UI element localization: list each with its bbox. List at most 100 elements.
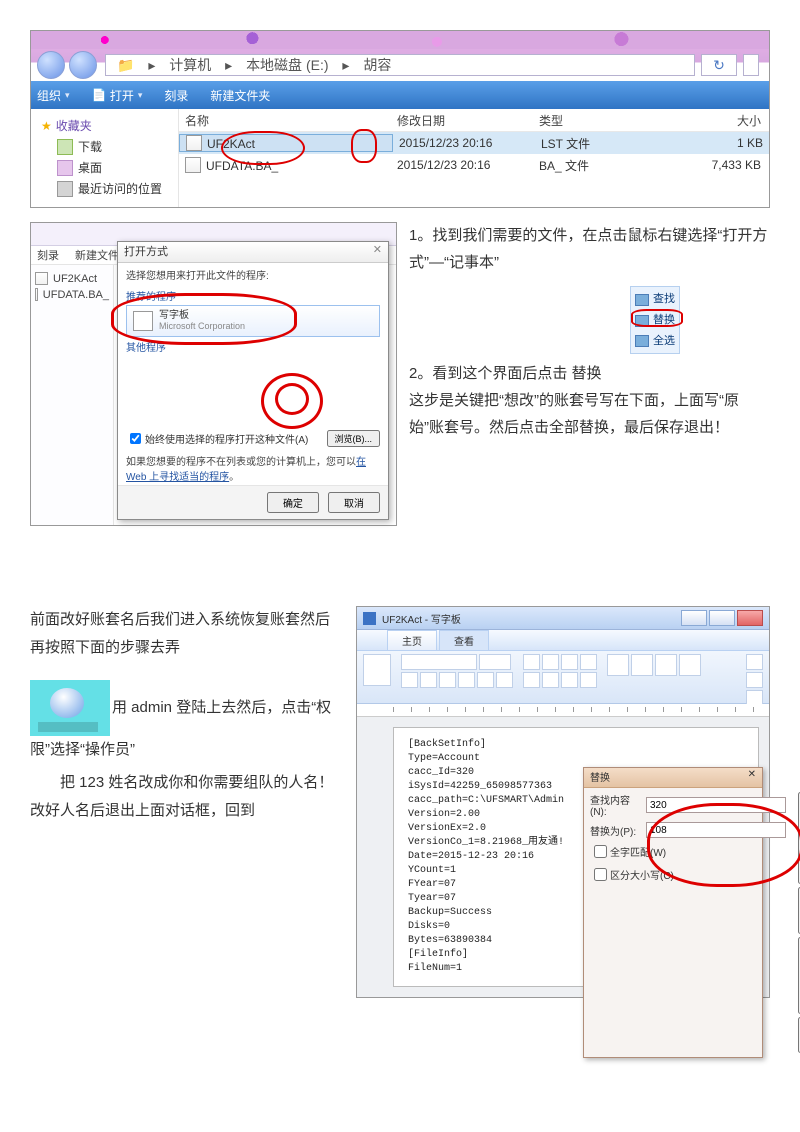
close-icon[interactable]: ✕ bbox=[373, 243, 382, 261]
annotation-circle bbox=[351, 129, 377, 163]
align-right[interactable] bbox=[561, 672, 578, 688]
file-icon bbox=[185, 157, 201, 173]
col-size[interactable]: 大小 bbox=[665, 112, 767, 129]
replace-btn[interactable] bbox=[746, 672, 763, 688]
breadcrumb-seg[interactable]: 胡容 bbox=[363, 57, 391, 73]
burn-btn-small[interactable]: 刻录 bbox=[37, 247, 59, 263]
match-case-checkbox[interactable] bbox=[594, 868, 607, 881]
italic-button[interactable] bbox=[420, 672, 437, 688]
sidebar-downloads[interactable]: 下载 bbox=[57, 138, 170, 155]
star-icon: ★ bbox=[41, 119, 52, 133]
cancel-button[interactable]: 取消 bbox=[328, 492, 380, 513]
tab-view[interactable]: 查看 bbox=[439, 630, 489, 650]
explorer-window: 📁 ▸ 计算机 ▸ 本地磁盘 (E:) ▸ 胡容 ↻ 组织 📄 打开 刻录 新建… bbox=[30, 30, 770, 208]
replace-dialog-title: 替换 bbox=[590, 769, 610, 786]
find-btn[interactable] bbox=[746, 654, 763, 670]
color-button[interactable] bbox=[496, 672, 513, 688]
always-checkbox-row[interactable]: 始终使用选择的程序打开这种文件(A) 浏览(B)... bbox=[118, 426, 388, 451]
nav-forward-button[interactable] bbox=[69, 51, 97, 79]
list-button[interactable] bbox=[523, 654, 540, 670]
paste-button[interactable] bbox=[363, 654, 391, 686]
burn-button[interactable]: 刻录 bbox=[164, 87, 188, 104]
recent-icon bbox=[57, 181, 73, 197]
address-bar[interactable]: 📁 ▸ 计算机 ▸ 本地磁盘 (E:) ▸ 胡容 bbox=[105, 54, 695, 76]
wordpad-title-text: UF2KAct - 写字板 bbox=[382, 611, 679, 626]
col-name[interactable]: 名称 bbox=[179, 112, 391, 129]
tab-home[interactable]: 主页 bbox=[387, 630, 437, 650]
wordpad-window: UF2KAct - 写字板 主页 查看 bbox=[356, 606, 770, 998]
downloads-icon bbox=[57, 139, 73, 155]
insert-date[interactable] bbox=[655, 654, 677, 676]
new-folder-button[interactable]: 新建文件夹 bbox=[210, 87, 270, 104]
linesp-button[interactable] bbox=[580, 654, 597, 670]
annotation-arrow bbox=[275, 383, 309, 415]
ribbon bbox=[357, 651, 769, 704]
replace-dialog: 替换✕ 查找内容(N): 替换为(P): 全字匹配(W) 区分大小写(C) 查找… bbox=[583, 767, 763, 1058]
mini-file[interactable]: UF2KAct bbox=[35, 272, 109, 285]
nav-back-button[interactable] bbox=[37, 51, 65, 79]
program-item-wordpad[interactable]: 写字板Microsoft Corporation bbox=[126, 305, 380, 337]
replace-input[interactable] bbox=[646, 822, 786, 838]
organize-menu[interactable]: 组织 bbox=[37, 87, 70, 104]
favorites-header[interactable]: ★收藏夹 bbox=[41, 117, 170, 134]
desktop-wallpaper-strip bbox=[31, 31, 769, 49]
col-type[interactable]: 类型 bbox=[533, 112, 665, 129]
sidebar-desktop[interactable]: 桌面 bbox=[57, 159, 170, 176]
step1-text: 1。找到我们需要的文件，在点击鼠标右键选择“打开方式”—“记事本” bbox=[409, 222, 770, 276]
open-menu[interactable]: 📄 打开 bbox=[92, 87, 143, 104]
desktop-icon bbox=[57, 160, 73, 176]
maximize-button[interactable] bbox=[709, 610, 735, 626]
explorer-sidebar: ★收藏夹 下载 桌面 最近访问的位置 bbox=[31, 109, 179, 207]
insert-paint[interactable] bbox=[631, 654, 653, 676]
align-justify[interactable] bbox=[580, 672, 597, 688]
open-with-dialog: 打开方式✕ 选择您想用来打开此文件的程序: 推荐的程序 写字板Microsoft… bbox=[117, 241, 389, 520]
window-close-button[interactable] bbox=[737, 610, 763, 626]
sidebar-recent[interactable]: 最近访问的位置 bbox=[57, 180, 170, 197]
admin-shortcut-icon bbox=[30, 680, 110, 736]
strike-button[interactable] bbox=[458, 672, 475, 688]
sub-button[interactable] bbox=[477, 672, 494, 688]
replace-icon bbox=[635, 315, 649, 327]
minimize-button[interactable] bbox=[681, 610, 707, 626]
openwith-screenshot: 刻录 新建文件夹 UF2KAct UFDATA.BA_ 打开方式✕ 选择您想用来… bbox=[30, 222, 397, 526]
insert-pic[interactable] bbox=[607, 654, 629, 676]
column-headers[interactable]: 名称 修改日期 类型 大小 bbox=[179, 109, 769, 132]
font-select[interactable] bbox=[401, 654, 477, 670]
size-select[interactable] bbox=[479, 654, 511, 670]
step2-text: 2。看到这个界面后点击 替换 bbox=[409, 360, 770, 387]
whole-word-checkbox[interactable] bbox=[594, 845, 607, 858]
underline-button[interactable] bbox=[439, 672, 456, 688]
web-hint: 如果您想要的程序不在列表或您的计算机上，您可以在 Web 上寻找适当的程序。 bbox=[118, 451, 388, 485]
insert-obj[interactable] bbox=[679, 654, 701, 676]
mini-filelist: UF2KAct UFDATA.BA_ bbox=[31, 265, 114, 525]
bold-button[interactable] bbox=[401, 672, 418, 688]
replace-label: 替换为(P): bbox=[590, 823, 646, 838]
select-all-icon bbox=[635, 335, 649, 347]
mini-file[interactable]: UFDATA.BA_ bbox=[35, 288, 109, 301]
instruction-text-block-2: 前面改好账套名后我们进入系统恢复账套然后再按照下面的步骤去弄 用 admin 登… bbox=[30, 606, 340, 998]
align-left[interactable] bbox=[523, 672, 540, 688]
instruction-text-block: 1。找到我们需要的文件，在点击鼠标右键选择“打开方式”—“记事本” 查找 替换 … bbox=[409, 222, 770, 526]
breadcrumb-seg[interactable]: 本地磁盘 (E:) bbox=[246, 57, 328, 73]
dialog-title: 打开方式 bbox=[124, 243, 168, 261]
search-button[interactable] bbox=[743, 54, 759, 76]
ok-button[interactable]: 确定 bbox=[267, 492, 319, 513]
align-center[interactable] bbox=[542, 672, 559, 688]
breadcrumb-seg[interactable]: 计算机 bbox=[169, 57, 211, 73]
step3a-text: 前面改好账套名后我们进入系统恢复账套然后再按照下面的步骤去弄 bbox=[30, 606, 340, 662]
other-programs-header[interactable]: 其他程序 bbox=[126, 339, 380, 354]
col-date[interactable]: 修改日期 bbox=[391, 112, 533, 129]
find-replace-panel-icon: 查找 替换 全选 bbox=[630, 286, 680, 354]
file-icon bbox=[186, 135, 202, 151]
find-input[interactable] bbox=[646, 797, 786, 813]
refresh-button[interactable]: ↻ bbox=[701, 54, 737, 76]
explorer-toolbar: 组织 📄 打开 刻录 新建文件夹 bbox=[31, 81, 769, 109]
indent-inc[interactable] bbox=[561, 654, 578, 670]
always-checkbox[interactable] bbox=[130, 433, 141, 444]
find-label: 查找内容(N): bbox=[590, 792, 646, 818]
close-icon[interactable]: ✕ bbox=[748, 769, 756, 786]
browse-button[interactable]: 浏览(B)... bbox=[327, 430, 381, 447]
annotation-circle bbox=[221, 131, 305, 165]
indent-dec[interactable] bbox=[542, 654, 559, 670]
notepad-icon: 📄 bbox=[92, 88, 107, 102]
